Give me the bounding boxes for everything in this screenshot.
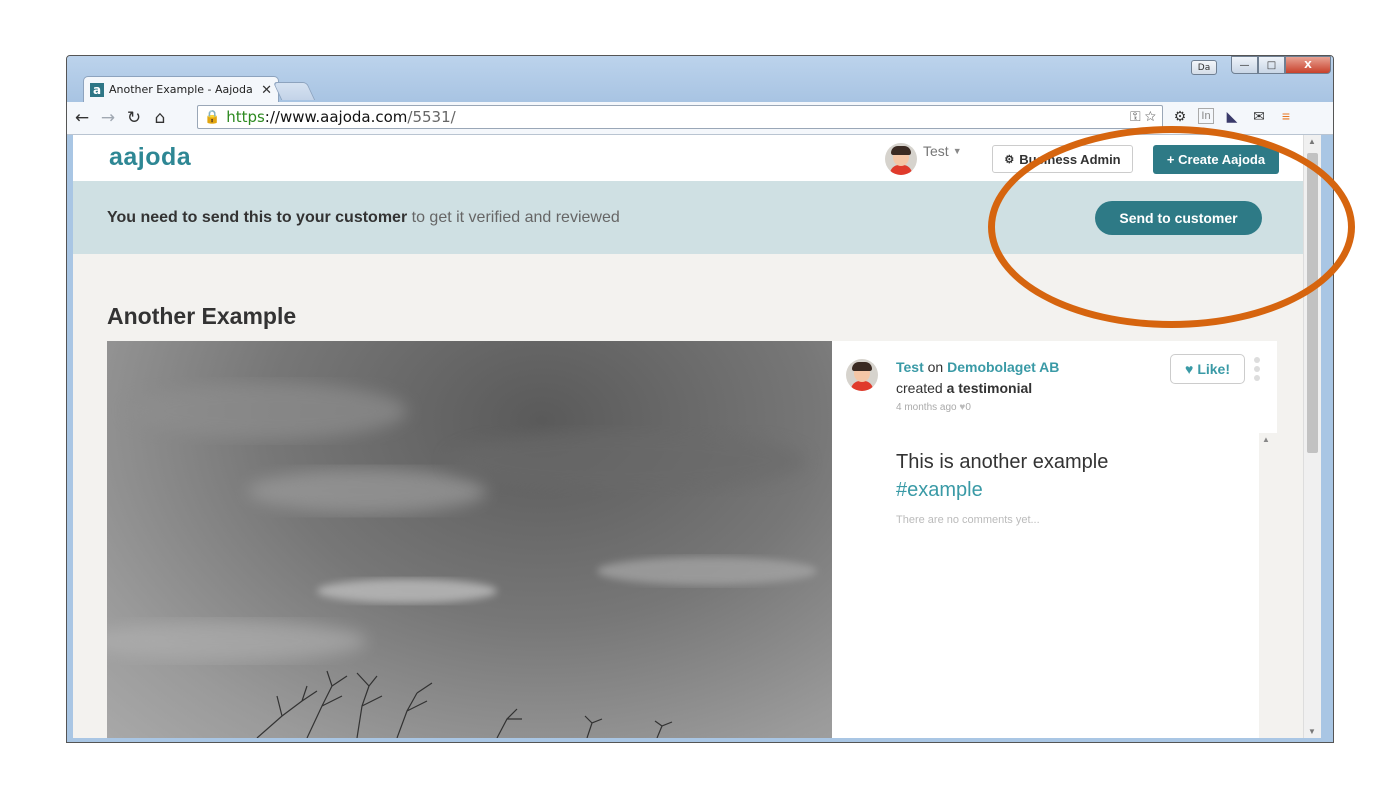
tab-close-icon[interactable]: ✕ xyxy=(261,82,272,98)
time-text: 4 months ago xyxy=(896,402,957,413)
post-time: 4 months ago ♥0 xyxy=(896,402,971,413)
likes-count: 0 xyxy=(965,402,971,413)
user-name: Test xyxy=(923,143,949,159)
notice-bold-text: You need to send this to your customer xyxy=(107,209,408,226)
page-viewport: aajoda Test ▼ ⚙ Business Admin + Create … xyxy=(73,135,1309,738)
testimonial-photo xyxy=(107,341,832,738)
bookmark-star-icon[interactable]: ⚿ ☆ xyxy=(1130,108,1156,125)
home-icon[interactable]: ⌂ xyxy=(149,108,171,128)
notice-text: You need to send this to your customer t… xyxy=(107,209,620,227)
post-meta: Test on Demobolaget AB created a testimo… xyxy=(896,357,1059,399)
minimize-button[interactable]: — xyxy=(1231,56,1258,74)
extension-icon[interactable]: In xyxy=(1198,108,1214,124)
extension-icon[interactable]: ◣ xyxy=(1223,107,1241,125)
scroll-up-icon[interactable]: ▲ xyxy=(1308,137,1316,146)
create-aajoda-button[interactable]: + Create Aajoda xyxy=(1153,145,1279,174)
window-controls: — □ X xyxy=(1231,56,1331,74)
like-button[interactable]: ♥ Like! xyxy=(1170,354,1245,384)
business-admin-button[interactable]: ⚙ Business Admin xyxy=(992,145,1133,173)
browser-toolbar: ← → ↻ ⌂ 🔒 https://www.aajoda.com/5531/ ⚿… xyxy=(67,102,1333,135)
business-admin-label: Business Admin xyxy=(1019,151,1121,167)
profile-badge[interactable]: Da xyxy=(1191,60,1217,75)
more-options-icon[interactable] xyxy=(1254,357,1262,384)
site-navbar: aajoda Test ▼ ⚙ Business Admin + Create … xyxy=(73,135,1309,182)
close-window-button[interactable]: X xyxy=(1285,56,1331,74)
action-prefix: created xyxy=(896,380,947,396)
favicon-icon: a xyxy=(90,82,104,97)
avatar xyxy=(885,143,917,175)
company-link[interactable]: Demobolaget AB xyxy=(947,359,1059,375)
address-bar[interactable]: 🔒 https://www.aajoda.com/5531/ ⚿ ☆ xyxy=(197,105,1163,129)
page-scrollbar[interactable]: ▲ ▼ xyxy=(1303,135,1321,738)
testimonial-text: This is another example xyxy=(896,451,1109,473)
notice-rest-text: to get it verified and reviewed xyxy=(407,209,620,226)
heart-icon: ♥ xyxy=(1185,361,1194,377)
forward-icon[interactable]: → xyxy=(97,108,119,128)
verification-notice: You need to send this to your customer t… xyxy=(73,181,1309,254)
scrollbar-thumb[interactable] xyxy=(1307,153,1318,453)
menu-icon[interactable]: ≡ xyxy=(1277,107,1295,125)
mail-icon[interactable]: ✉ xyxy=(1250,107,1268,125)
avatar[interactable] xyxy=(846,359,878,391)
gear-icon[interactable]: ⚙ xyxy=(1171,107,1189,125)
lock-icon: 🔒 xyxy=(204,109,221,124)
url-path: /5531/ xyxy=(407,108,456,126)
tab-title: Another Example - Aajoda xyxy=(109,83,253,96)
browser-tab[interactable]: a Another Example - Aajoda ✕ xyxy=(83,76,279,102)
url-host: ://www.aajoda.com xyxy=(264,108,408,126)
maximize-button[interactable]: □ xyxy=(1258,56,1285,74)
testimonial-body: This is another example #example There a… xyxy=(832,430,1277,738)
sky-photo-image xyxy=(107,383,817,738)
site-logo[interactable]: aajoda xyxy=(109,143,191,172)
on-word: on xyxy=(927,359,944,375)
page-title: Another Example xyxy=(107,303,297,329)
gear-icon: ⚙ xyxy=(1004,153,1015,166)
action-object: a testimonial xyxy=(946,380,1033,396)
extension-icons: ⚙ In ◣ ✉ ≡ xyxy=(1171,107,1295,125)
back-icon[interactable]: ← xyxy=(71,108,93,128)
panel-scrollbar[interactable]: ▲ xyxy=(1259,433,1277,738)
no-comments-text: There are no comments yet... xyxy=(896,514,1040,526)
reload-icon[interactable]: ↻ xyxy=(123,108,145,128)
scroll-up-icon[interactable]: ▲ xyxy=(1262,435,1270,444)
scroll-down-icon[interactable]: ▼ xyxy=(1308,727,1316,736)
hashtag-link[interactable]: #example xyxy=(896,476,983,504)
caret-down-icon: ▼ xyxy=(952,146,962,156)
send-to-customer-button[interactable]: Send to customer xyxy=(1095,201,1262,235)
url-scheme: https xyxy=(226,108,265,126)
browser-window: Da — □ X a Another Example - Aajoda ✕ ← … xyxy=(66,55,1334,743)
like-label: Like! xyxy=(1197,361,1230,377)
user-menu[interactable]: Test ▼ xyxy=(885,143,962,175)
author-link[interactable]: Test xyxy=(896,359,924,375)
testimonial-panel: Test on Demobolaget AB created a testimo… xyxy=(832,341,1277,738)
